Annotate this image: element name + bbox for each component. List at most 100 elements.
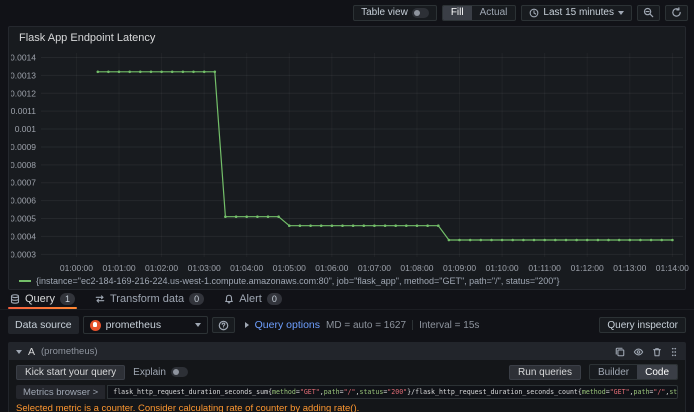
svg-text:01:11:00: 01:11:00 <box>528 263 561 273</box>
svg-text:0.0009: 0.0009 <box>11 142 36 152</box>
question-circle-icon <box>218 320 228 330</box>
table-view-label: Table view <box>361 7 408 18</box>
datasource-select[interactable]: prometheus <box>82 316 208 334</box>
legend-item[interactable]: {instance="ec2-184-169-216-224.us-west-1… <box>19 276 560 286</box>
builder-mode-button[interactable]: Builder <box>590 365 637 379</box>
chevron-right-icon <box>244 322 249 328</box>
svg-text:0.0003: 0.0003 <box>11 249 36 259</box>
duplicate-query-icon[interactable] <box>615 347 625 357</box>
counter-warning-text: Selected metric is a counter. <box>16 403 136 412</box>
svg-text:01:01:00: 01:01:00 <box>102 263 135 273</box>
timeseries-chart: 0.0014 0.0013 0.0012 0.0011 0.001 0.0009 0.000… <box>11 52 689 273</box>
zoom-out-button[interactable] <box>637 4 660 21</box>
query-inspector-button[interactable]: Query inspector <box>599 317 686 333</box>
chevron-down-icon <box>194 323 201 327</box>
kick-start-query-button[interactable]: Kick start your query <box>16 364 126 380</box>
svg-text:0.0013: 0.0013 <box>11 70 36 80</box>
drag-handle[interactable] <box>670 347 678 357</box>
query-options-label: Query options <box>254 319 320 331</box>
counter-warning-link[interactable]: Consider calculating rate of counter by … <box>138 403 359 412</box>
query-toolbar: Kick start your query Explain Run querie… <box>9 360 685 384</box>
promql-code-input[interactable]: flask_http_request_duration_seconds_sum{… <box>107 385 678 399</box>
collapse-chevron-icon[interactable] <box>16 349 22 354</box>
svg-text:01:13:00: 01:13:00 <box>613 263 646 273</box>
svg-text:01:10:00: 01:10:00 <box>486 263 519 273</box>
time-range-label: Last 15 minutes <box>543 7 614 18</box>
svg-text:0.0011: 0.0011 <box>11 106 36 116</box>
svg-text:01:07:00: 01:07:00 <box>358 263 391 273</box>
svg-text:01:00:00: 01:00:00 <box>60 263 93 273</box>
svg-text:0.0006: 0.0006 <box>11 196 36 206</box>
tab-alert-label: Alert <box>239 293 262 305</box>
datasource-value: prometheus <box>105 319 162 331</box>
time-range-picker[interactable]: Last 15 minutes <box>521 4 632 21</box>
editor-tabs: Query 1 Transform data 0 Alert 0 <box>0 290 694 310</box>
editor-mode-group: Builder Code <box>588 364 678 380</box>
query-row-header[interactable]: A (prometheus) <box>9 343 685 360</box>
svg-text:0.0007: 0.0007 <box>11 178 36 188</box>
code-mode-button[interactable]: Code <box>637 365 677 379</box>
explain-toggle[interactable] <box>170 367 188 377</box>
datasource-help-button[interactable] <box>211 317 235 333</box>
svg-text:01:04:00: 01:04:00 <box>230 263 263 273</box>
tab-alert-count: 0 <box>266 293 282 305</box>
legend-series-label: {instance="ec2-184-169-216-224.us-west-1… <box>36 276 560 286</box>
tab-transform-count: 0 <box>189 293 205 305</box>
query-row-card: A (prometheus) Kick start your query Exp… <box>8 342 686 412</box>
query-ref-id: A <box>28 345 36 358</box>
bell-icon <box>225 294 234 304</box>
transform-icon <box>95 295 105 303</box>
delete-query-icon[interactable] <box>652 347 662 357</box>
promql-editor-row: Metrics browser > flask_http_request_dur… <box>9 384 685 402</box>
svg-text:01:09:00: 01:09:00 <box>443 263 476 273</box>
divider <box>412 320 414 330</box>
clock-icon <box>530 8 539 17</box>
query-options-toggle[interactable]: Query options MD = auto = 1627 Interval … <box>244 319 480 331</box>
query-options-md: MD = auto = 1627 <box>326 319 407 331</box>
table-view-control[interactable]: Table view <box>353 4 437 21</box>
tab-transform-data[interactable]: Transform data 0 <box>93 293 206 309</box>
database-icon <box>10 294 20 304</box>
fill-actual-group: Fill Actual <box>441 4 517 21</box>
query-options-interval: Interval = 15s <box>419 319 480 331</box>
actual-button[interactable]: Actual <box>472 6 516 20</box>
run-queries-button[interactable]: Run queries <box>509 364 581 380</box>
legend-series-swatch <box>19 280 31 282</box>
refresh-button[interactable] <box>665 4 688 21</box>
editor-toolbar: Table view Fill Actual Last 15 minutes <box>0 0 694 22</box>
svg-text:0.0005: 0.0005 <box>11 214 36 224</box>
tab-query-count: 1 <box>59 293 75 305</box>
tab-query[interactable]: Query 1 <box>8 293 77 309</box>
svg-text:01:12:00: 01:12:00 <box>571 263 604 273</box>
svg-text:0.0008: 0.0008 <box>11 160 36 170</box>
hide-query-eye-icon[interactable] <box>633 347 644 357</box>
query-datasource-hint: (prometheus) <box>41 346 98 357</box>
datasource-bar: Data source prometheus Query options MD … <box>8 314 686 336</box>
fill-button[interactable]: Fill <box>442 5 472 20</box>
query-row-actions <box>615 347 678 357</box>
svg-text:01:08:00: 01:08:00 <box>400 263 433 273</box>
counter-warning: Selected metric is a counter. Consider c… <box>9 402 685 412</box>
table-view-toggle[interactable] <box>411 7 429 18</box>
metrics-browser-button[interactable]: Metrics browser > <box>16 385 106 399</box>
svg-text:01:14:00: 01:14:00 <box>656 263 689 273</box>
tab-alert[interactable]: Alert 0 <box>222 293 284 309</box>
tab-query-label: Query <box>25 293 55 305</box>
explain-label: Explain <box>133 366 166 378</box>
panel-title[interactable]: Flask App Endpoint Latency <box>9 27 155 44</box>
tab-transform-label: Transform data <box>109 293 185 305</box>
refresh-icon <box>672 7 681 17</box>
svg-text:01:02:00: 01:02:00 <box>145 263 178 273</box>
datasource-label: Data source <box>8 316 79 334</box>
svg-text:01:06:00: 01:06:00 <box>315 263 348 273</box>
timeseries-panel: Flask App Endpoint Latency 0.0014 0.0013 0… <box>8 26 689 290</box>
query-inspector-label: Query inspector <box>607 319 678 331</box>
svg-text:0.001: 0.001 <box>15 124 37 134</box>
svg-text:01:05:00: 01:05:00 <box>273 263 306 273</box>
chevron-down-icon <box>618 10 624 15</box>
svg-text:0.0014: 0.0014 <box>11 52 36 62</box>
prometheus-logo-icon <box>89 319 101 331</box>
svg-text:01:03:00: 01:03:00 <box>188 263 221 273</box>
svg-text:0.0004: 0.0004 <box>11 231 36 241</box>
svg-text:0.0012: 0.0012 <box>11 88 36 98</box>
